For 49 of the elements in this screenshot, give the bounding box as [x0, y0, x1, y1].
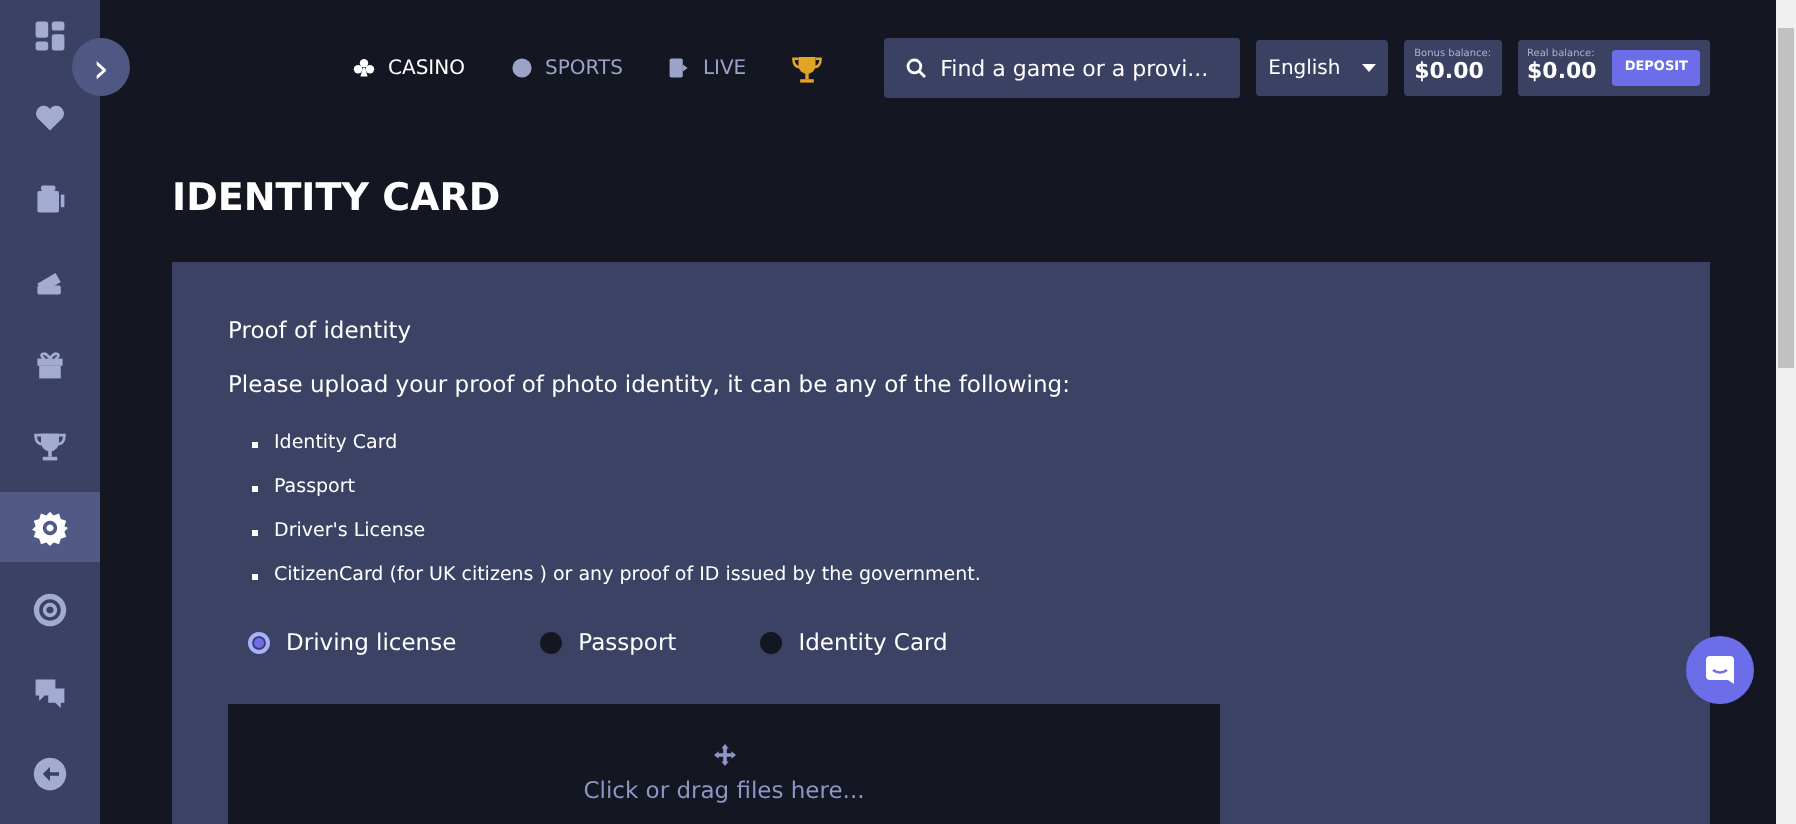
- help-chat-icon: [32, 673, 68, 709]
- search-field[interactable]: Find a game or a provi...: [884, 38, 1241, 98]
- nav-link[interactable]: CASINO: [352, 53, 465, 83]
- radio-button[interactable]: [540, 632, 563, 655]
- logout-icon: [32, 755, 68, 791]
- balance-amount: $0.00: [1527, 60, 1597, 86]
- trophy-icon: [32, 427, 68, 463]
- radio-label: Driving license: [286, 626, 457, 660]
- radio-label: Identity Card: [798, 626, 948, 660]
- trophy-icon: [790, 51, 825, 85]
- bullet-icon: [252, 485, 258, 491]
- list-item: Identity Card: [274, 429, 398, 458]
- settings-icon: [32, 509, 68, 545]
- section-heading: Proof of identity: [228, 313, 414, 347]
- list-item: Driver's License: [274, 517, 426, 546]
- clubs-icon: [352, 56, 377, 80]
- move-icon: [713, 744, 735, 767]
- slot-machine-icon: [32, 181, 68, 217]
- radio-option[interactable]: Passport: [540, 626, 677, 661]
- target-icon: [32, 591, 68, 627]
- nav-link[interactable]: LIVE: [666, 53, 747, 83]
- radio-button[interactable]: [760, 632, 783, 655]
- bullet-icon: [252, 573, 258, 579]
- page-title: IDENTITY CARD: [172, 174, 503, 224]
- list-item: Passport: [274, 473, 355, 502]
- radio-label: Passport: [578, 626, 677, 660]
- bullet-icon: [252, 441, 258, 447]
- expand-button[interactable]: ›: [72, 38, 130, 96]
- search-icon: [906, 58, 927, 78]
- scrollbar[interactable]: [1776, 0, 1796, 824]
- list-item: CitizenCard (for UK citizens ) or any proof of ID issued by the government.: [274, 561, 981, 590]
- sidebar-item[interactable]: [0, 492, 100, 562]
- radio-option[interactable]: Identity Card: [760, 626, 948, 661]
- dashboard-icon: [32, 17, 68, 53]
- radio-button[interactable]: [248, 632, 270, 655]
- chat-button[interactable]: [1686, 636, 1754, 704]
- trophy-link[interactable]: [790, 51, 825, 85]
- balance-amount: $0.00: [1414, 60, 1486, 86]
- dropzone-text: Click or drag files here...: [583, 774, 865, 809]
- radio-option[interactable]: Driving license: [248, 626, 457, 661]
- nav-link[interactable]: SPORTS: [509, 53, 623, 83]
- live-icon: [666, 56, 691, 80]
- dropzone[interactable]: Click or drag files here...: [228, 704, 1220, 824]
- chat-icon: [1704, 654, 1736, 686]
- bullet-icon: [252, 529, 258, 535]
- language-select[interactable]: English: [1256, 40, 1389, 96]
- ball-icon: [509, 56, 533, 80]
- caret-icon: [1362, 64, 1377, 72]
- intro-text: Please upload your proof of photo identity, it can be any of the following:: [228, 367, 1072, 402]
